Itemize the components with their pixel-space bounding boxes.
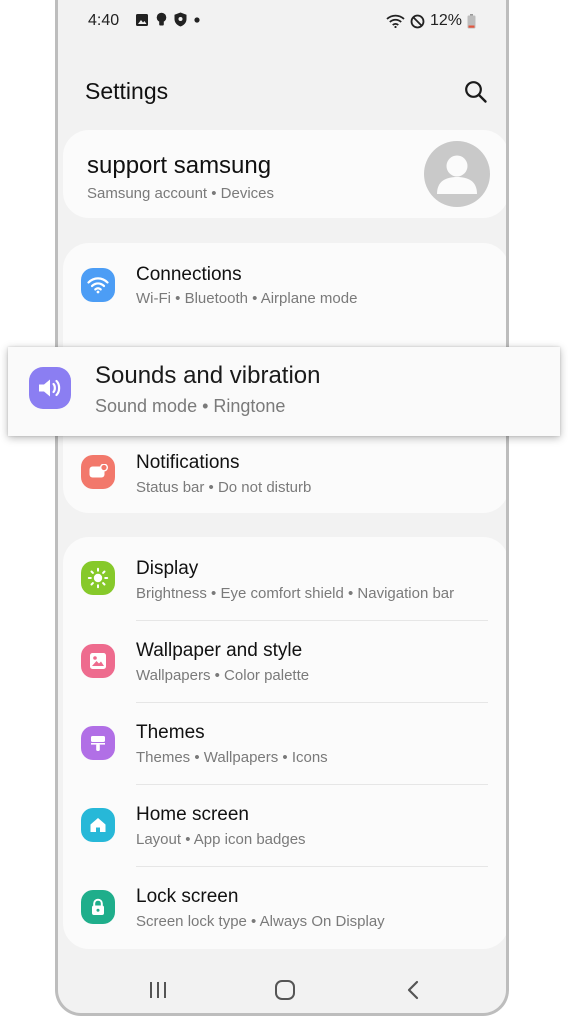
battery-level: 12% (429, 12, 462, 29)
search-icon[interactable] (463, 79, 489, 105)
status-bar: 4:40 12% (88, 10, 476, 32)
notification-icon (81, 455, 115, 489)
avatar[interactable] (424, 141, 490, 207)
list-item-lock-screen[interactable]: Lock screen Screen lock type • Always On… (63, 866, 506, 949)
item-subtitle: Wallpapers • Color palette (136, 667, 310, 684)
item-subtitle: Layout • App icon badges (136, 831, 306, 848)
item-label: Lock screen (136, 886, 239, 907)
home-icon (81, 808, 115, 842)
lock-icon (81, 890, 115, 924)
wifi-icon (81, 268, 115, 302)
battery-icon (467, 13, 476, 29)
wallpaper-icon (81, 644, 115, 678)
gallery-icon (135, 13, 149, 27)
item-subtitle: Screen lock type • Always On Display (136, 913, 385, 930)
item-label: Home screen (136, 804, 249, 825)
item-label: Wallpaper and style (136, 640, 303, 661)
highlighted-item-sounds-and-vibration[interactable]: Sounds and vibration Sound mode • Ringto… (8, 347, 560, 436)
item-subtitle: Sound mode • Ringtone (95, 396, 286, 416)
list-item-themes[interactable]: Themes Themes • Wallpapers • Icons (63, 702, 506, 784)
wifi-icon (386, 14, 405, 28)
item-subtitle: Status bar • Do not disturb (136, 479, 312, 496)
dot-icon (194, 16, 200, 23)
home-button-icon[interactable] (270, 975, 300, 1005)
bulb-icon (156, 12, 167, 27)
navigation-bar (58, 975, 506, 1009)
list-item-notifications[interactable]: Notifications Status bar • Do not distur… (63, 433, 506, 513)
list-item-home-screen[interactable]: Home screen Layout • App icon badges (63, 784, 506, 866)
account-name: support samsung (87, 152, 272, 179)
item-label: Sounds and vibration (95, 362, 321, 389)
item-subtitle: Wi-Fi • Bluetooth • Airplane mode (136, 290, 358, 307)
back-icon[interactable] (398, 975, 428, 1005)
account-subtitle: Samsung account • Devices (87, 185, 275, 202)
do-not-disturb-icon (410, 14, 425, 29)
shield-icon (174, 12, 187, 27)
recent-apps-icon[interactable] (143, 975, 173, 1005)
item-label: Themes (136, 722, 205, 743)
item-label: Notifications (136, 452, 240, 473)
list-item-connections[interactable]: Connections Wi-Fi • Bluetooth • Airplane… (63, 243, 506, 327)
item-subtitle: Themes • Wallpapers • Icons (136, 749, 328, 766)
status-time: 4:40 (88, 12, 120, 29)
page-title: Settings (85, 78, 169, 104)
item-subtitle: Brightness • Eye comfort shield • Naviga… (136, 585, 455, 602)
phone-screen: 4:40 12% Settings support samsung Samsun… (55, 0, 509, 1016)
item-label: Display (136, 558, 199, 579)
item-label: Connections (136, 264, 242, 285)
themes-icon (81, 726, 115, 760)
sun-icon (81, 561, 115, 595)
list-item-display[interactable]: Display Brightness • Eye comfort shield … (63, 537, 506, 620)
volume-icon (29, 367, 71, 409)
list-item-wallpaper[interactable]: Wallpaper and style Wallpapers • Color p… (63, 620, 506, 702)
settings-group-2: Display Brightness • Eye comfort shield … (63, 537, 506, 949)
account-card[interactable]: support samsung Samsung account • Device… (63, 130, 506, 218)
